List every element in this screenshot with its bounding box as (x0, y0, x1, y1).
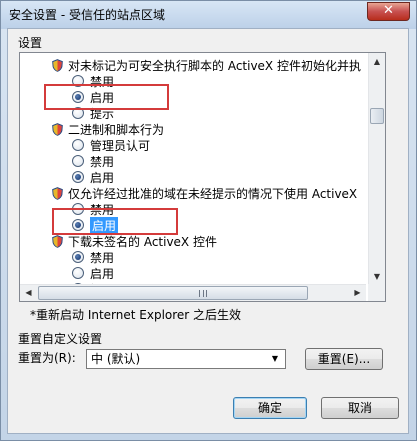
security-shield-icon (52, 58, 63, 72)
setting-label: 禁用 (90, 250, 115, 265)
radio-checked-icon[interactable] (72, 171, 84, 183)
highlight-box (44, 84, 169, 110)
setting-option-radio[interactable]: 禁用 (72, 153, 114, 169)
scroll-right-icon[interactable]: ▶ (349, 285, 366, 301)
restart-note: *重新启动 Internet Explorer 之后生效 (30, 308, 242, 322)
ok-button-label: 确定 (257, 401, 282, 415)
grip-icon (199, 290, 207, 297)
reset-button[interactable]: 重置(E)... (305, 348, 383, 370)
scroll-corner (368, 284, 385, 301)
scroll-down-icon[interactable]: ▼ (369, 268, 385, 285)
setting-category: 二进制和脚本行为 (52, 121, 164, 137)
title-bar[interactable]: 安全设置 - 受信任的站点区域 ✕ (1, 1, 416, 29)
setting-option-radio[interactable]: 启用 (72, 169, 114, 185)
radio-unchecked-icon[interactable] (72, 155, 84, 167)
setting-label: 仅允许经过批准的域在未经提示的情况下使用 ActiveX (68, 186, 358, 201)
reset-group-title: 重置自定义设置 (18, 332, 103, 346)
reset-level-dropdown[interactable]: 中 (默认) ▼ (86, 349, 286, 369)
setting-label: 启用 (90, 266, 115, 281)
horizontal-scroll-thumb[interactable] (38, 286, 308, 300)
setting-label: 管理员认可 (90, 138, 151, 153)
setting-label: 二进制和脚本行为 (68, 122, 165, 137)
setting-category: 下载未签名的 ActiveX 控件 (52, 233, 217, 249)
radio-unchecked-icon[interactable] (72, 139, 84, 151)
reset-level-value: 中 (默认) (91, 352, 141, 366)
setting-option-radio[interactable]: 启用 (72, 265, 114, 281)
settings-label: 设置 (18, 36, 43, 50)
highlight-box (52, 208, 178, 235)
setting-option-radio[interactable]: 禁用 (72, 249, 114, 265)
scroll-up-icon[interactable]: ▲ (369, 53, 385, 70)
dropdown-arrow-icon[interactable]: ▼ (268, 351, 282, 367)
cancel-button[interactable]: 取消 (321, 397, 399, 419)
vertical-scrollbar[interactable]: ▲ ▼ (368, 53, 385, 285)
vertical-scroll-thumb[interactable] (370, 108, 384, 124)
setting-label: 对未标记为可安全执行脚本的 ActiveX 控件初始化并执 (68, 58, 361, 73)
ok-button[interactable]: 确定 (233, 397, 307, 419)
horizontal-scrollbar[interactable]: ◀ ▶ (20, 284, 366, 301)
setting-label: 启用 (90, 170, 115, 185)
reset-label: 重置为(R): (18, 351, 76, 365)
setting-category: 仅允许经过批准的域在未经提示的情况下使用 ActiveX (52, 185, 357, 201)
setting-category: 对未标记为可安全执行脚本的 ActiveX 控件初始化并执 (52, 57, 361, 73)
cancel-button-label: 取消 (347, 401, 372, 415)
window-title: 安全设置 - 受信任的站点区域 (9, 8, 165, 22)
security-shield-icon (52, 234, 63, 248)
close-icon: ✕ (383, 3, 394, 18)
security-shield-icon (52, 186, 63, 200)
security-shield-icon (52, 122, 63, 136)
setting-label: 下载未签名的 ActiveX 控件 (68, 234, 217, 249)
reset-button-label: 重置(E)... (317, 352, 371, 366)
radio-checked-icon[interactable] (72, 251, 84, 263)
setting-label: 禁用 (90, 154, 115, 169)
close-button[interactable]: ✕ (367, 2, 410, 21)
scroll-left-icon[interactable]: ◀ (20, 285, 37, 301)
radio-unchecked-icon[interactable] (72, 267, 84, 279)
setting-option-radio[interactable]: 管理员认可 (72, 137, 150, 153)
